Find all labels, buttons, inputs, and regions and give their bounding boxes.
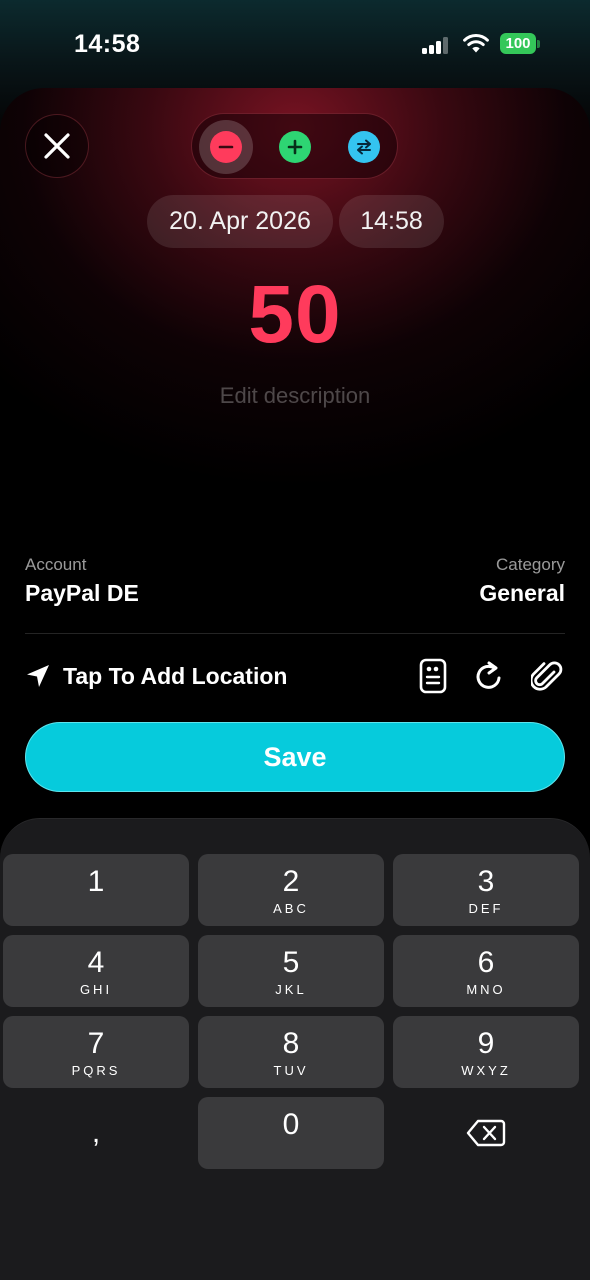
key-digit: 1 — [87, 864, 105, 898]
key-letters: DEF — [468, 900, 504, 916]
status-bar: 14:58 100 — [0, 0, 590, 88]
key-digit: 6 — [477, 945, 495, 979]
category-selector[interactable]: General — [479, 580, 565, 607]
key-digit: , — [91, 1116, 101, 1149]
expense-option[interactable] — [199, 120, 253, 174]
screen: 14:58 100 20. Apr 2026 14:58 50 Edit des… — [0, 0, 590, 1280]
transfer-icon — [348, 131, 380, 163]
status-time: 14:58 — [74, 30, 141, 58]
time-picker-button[interactable]: 14:58 — [339, 195, 444, 248]
plus-icon — [279, 131, 311, 163]
key-letters: ABC — [273, 900, 309, 916]
key-digit: 7 — [87, 1026, 105, 1060]
key-letters: WXYZ — [461, 1062, 511, 1078]
date-picker-button[interactable]: 20. Apr 2026 — [147, 195, 333, 248]
backspace-icon — [466, 1119, 506, 1147]
close-icon — [44, 133, 70, 159]
receipt-icon — [419, 658, 447, 694]
minus-icon — [210, 131, 242, 163]
key-letters: TUV — [273, 1062, 309, 1078]
repeat-button[interactable] — [472, 656, 506, 696]
location-arrow-icon — [27, 665, 49, 687]
add-location-button[interactable]: Tap To Add Location — [25, 656, 287, 696]
repeat-icon — [476, 661, 501, 689]
key-digit: 8 — [282, 1026, 300, 1060]
amount-display[interactable]: 50 — [0, 268, 590, 362]
number-keypad: 1 2 ABC 3 DEF 4 GHI 5 JKL 6 MNO 7 PQRS 8 — [0, 818, 590, 1280]
category-label: Category — [496, 555, 565, 574]
key-1[interactable]: 1 — [3, 854, 189, 926]
transaction-type-switch — [191, 113, 398, 179]
transfer-option[interactable] — [337, 120, 391, 174]
key-4[interactable]: 4 GHI — [3, 935, 189, 1007]
income-option[interactable] — [268, 120, 322, 174]
battery-indicator: 100 — [500, 33, 536, 54]
key-6[interactable]: 6 MNO — [393, 935, 579, 1007]
key-digit: 0 — [282, 1107, 300, 1141]
account-selector[interactable]: PayPal DE — [25, 580, 139, 607]
key-delete[interactable] — [393, 1097, 579, 1169]
key-letters: PQRS — [71, 1062, 121, 1078]
key-digit: 9 — [477, 1026, 495, 1060]
receipt-button[interactable] — [416, 656, 450, 696]
paperclip-icon — [531, 661, 563, 691]
description-field[interactable]: Edit description — [0, 383, 590, 409]
key-digit: 2 — [282, 864, 300, 898]
key-digit: 3 — [477, 864, 495, 898]
account-label: Account — [25, 555, 87, 574]
divider — [25, 633, 565, 634]
key-3[interactable]: 3 DEF — [393, 854, 579, 926]
key-2[interactable]: 2 ABC — [198, 854, 384, 926]
battery-tip — [537, 40, 540, 48]
key-9[interactable]: 9 WXYZ — [393, 1016, 579, 1088]
key-letters: GHI — [79, 981, 113, 997]
attachment-button[interactable] — [530, 656, 564, 696]
close-button[interactable] — [25, 114, 89, 178]
key-0[interactable]: 0 — [198, 1097, 384, 1169]
wifi-icon — [463, 34, 489, 53]
key-5[interactable]: 5 JKL — [198, 935, 384, 1007]
key-letters: MNO — [466, 981, 506, 997]
key-7[interactable]: 7 PQRS — [3, 1016, 189, 1088]
key-decimal[interactable]: , — [3, 1097, 189, 1169]
key-8[interactable]: 8 TUV — [198, 1016, 384, 1088]
location-label: Tap To Add Location — [63, 662, 288, 689]
cellular-signal-icon — [422, 36, 452, 54]
key-digit: 4 — [87, 945, 105, 979]
save-button[interactable]: Save — [25, 722, 565, 792]
key-letters: JKL — [275, 981, 307, 997]
key-digit: 5 — [282, 945, 300, 979]
